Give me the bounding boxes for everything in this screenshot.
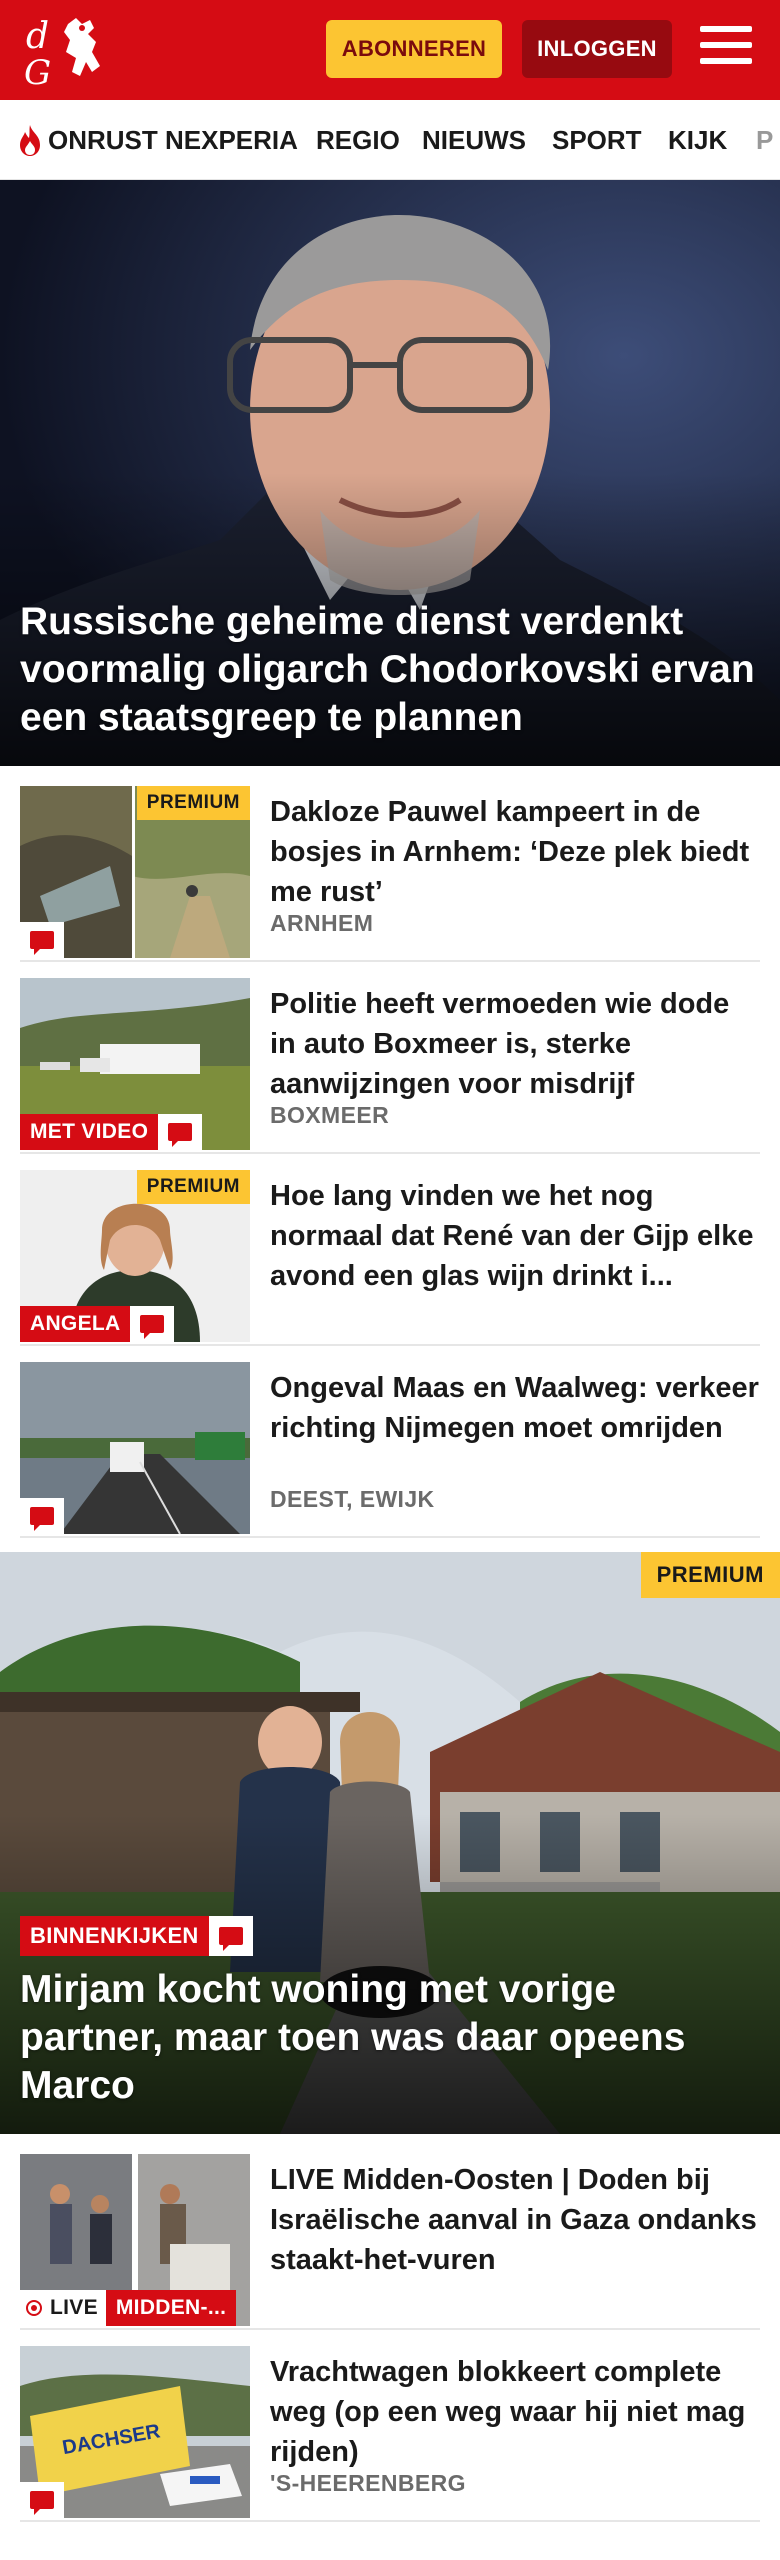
- thumb-tags: [20, 2482, 64, 2518]
- top-bar: d G ABONNEREN INLOGGEN: [0, 0, 780, 100]
- svg-text:G: G: [24, 53, 51, 88]
- comment-icon: [20, 2482, 64, 2518]
- article-thumbnail: PREMIUM ANGELA: [20, 1170, 250, 1342]
- dg-logo[interactable]: d G: [24, 14, 116, 88]
- login-button[interactable]: INLOGGEN: [522, 20, 672, 78]
- nav-item-nieuws[interactable]: NIEUWS: [422, 100, 526, 179]
- section-nav: ONRUST NEXPERIA REGIO NIEUWS SPORT KIJK …: [0, 100, 780, 180]
- article-item[interactable]: Ongeval Maas en Waalweg: verkeer richtin…: [20, 1362, 760, 1538]
- live-label: LIVE: [50, 2296, 98, 2319]
- hero-article[interactable]: Russische geheime dienst verdenkt voorma…: [0, 180, 780, 766]
- video-tag: MET VIDEO: [20, 1114, 159, 1150]
- premium-badge: PREMIUM: [136, 1170, 250, 1204]
- thumb-tags: ANGELA: [20, 1306, 175, 1342]
- live-dot-icon: [26, 2300, 42, 2316]
- nav-item-kijk[interactable]: KIJK: [668, 100, 727, 179]
- article-location: BOXMEER: [270, 1102, 390, 1128]
- flame-icon: [20, 125, 40, 156]
- article-location: 'S-HEERENBERG: [270, 2470, 466, 2496]
- svg-text:d: d: [26, 16, 49, 57]
- article-thumbnail: MET VIDEO: [20, 978, 250, 1150]
- thumb-tags: [20, 1498, 64, 1534]
- article-title[interactable]: LIVE Midden-Oosten | Doden bij Israëlisc…: [270, 2160, 760, 2280]
- feature-tags: BINNENKIJKEN: [20, 1916, 253, 1956]
- article-location: DEEST, EWIJK: [270, 1486, 435, 1512]
- comment-icon: [208, 1916, 253, 1956]
- comment-icon: [130, 1306, 175, 1342]
- feature-title[interactable]: Mirjam kocht woning met vorige partner, …: [20, 1966, 760, 2110]
- category-tag: BINNENKIJKEN: [20, 1916, 209, 1956]
- comment-icon: [20, 922, 64, 958]
- article-title[interactable]: Dakloze Pauwel kampeert in de bosjes in …: [270, 792, 760, 912]
- nav-item-regio[interactable]: REGIO: [316, 100, 400, 179]
- article-item[interactable]: MET VIDEO Politie heeft vermoeden wie do…: [20, 978, 760, 1154]
- comment-icon: [158, 1114, 203, 1150]
- thumb-tags: LIVE MIDDEN-...: [20, 2290, 237, 2326]
- menu-icon[interactable]: [700, 26, 752, 72]
- feature-article[interactable]: PREMIUM BINNENKIJKEN Mirjam kocht woning…: [0, 1552, 780, 2134]
- hero-title[interactable]: Russische geheime dienst verdenkt voorma…: [20, 598, 760, 742]
- subscribe-button[interactable]: ABONNEREN: [326, 20, 502, 78]
- nav-item-overflow[interactable]: P: [756, 100, 773, 179]
- thumb-tags: MET VIDEO: [20, 1114, 203, 1150]
- nav-item-onrust-nexperia[interactable]: ONRUST NEXPERIA: [16, 100, 298, 179]
- article-thumbnail: [20, 1362, 250, 1534]
- premium-badge: PREMIUM: [136, 786, 250, 820]
- article-title[interactable]: Politie heeft vermoeden wie dode in auto…: [270, 984, 760, 1104]
- article-item[interactable]: PREMIUM Dakloze Pauwel kampeert in de bo…: [20, 786, 760, 962]
- article-item[interactable]: PREMIUM ANGELA Hoe lang vinden we het no…: [20, 1170, 760, 1346]
- column-tag: ANGELA: [20, 1306, 131, 1342]
- article-item[interactable]: LIVE MIDDEN-... LIVE Midden-Oosten | Dod…: [20, 2154, 760, 2330]
- article-item[interactable]: DACHSER Vrachtwagen blokkeert complete w…: [20, 2346, 760, 2522]
- article-thumbnail: PREMIUM: [20, 786, 250, 958]
- article-thumbnail: LIVE MIDDEN-...: [20, 2154, 250, 2326]
- article-title[interactable]: Ongeval Maas en Waalweg: verkeer richtin…: [270, 1368, 760, 1448]
- nav-label: ONRUST NEXPERIA: [48, 124, 298, 155]
- article-thumbnail: DACHSER: [20, 2346, 250, 2518]
- comment-icon: [20, 1498, 64, 1534]
- live-tag: LIVE: [20, 2290, 106, 2326]
- article-location: ARNHEM: [270, 910, 374, 936]
- topic-tag: MIDDEN-...: [105, 2290, 237, 2326]
- nav-item-sport[interactable]: SPORT: [552, 100, 642, 179]
- article-title[interactable]: Hoe lang vinden we het nog normaal dat R…: [270, 1176, 760, 1296]
- article-title[interactable]: Vrachtwagen blokkeert complete weg (op e…: [270, 2352, 760, 2472]
- thumb-tags: [20, 922, 64, 958]
- premium-badge: PREMIUM: [640, 1552, 780, 1598]
